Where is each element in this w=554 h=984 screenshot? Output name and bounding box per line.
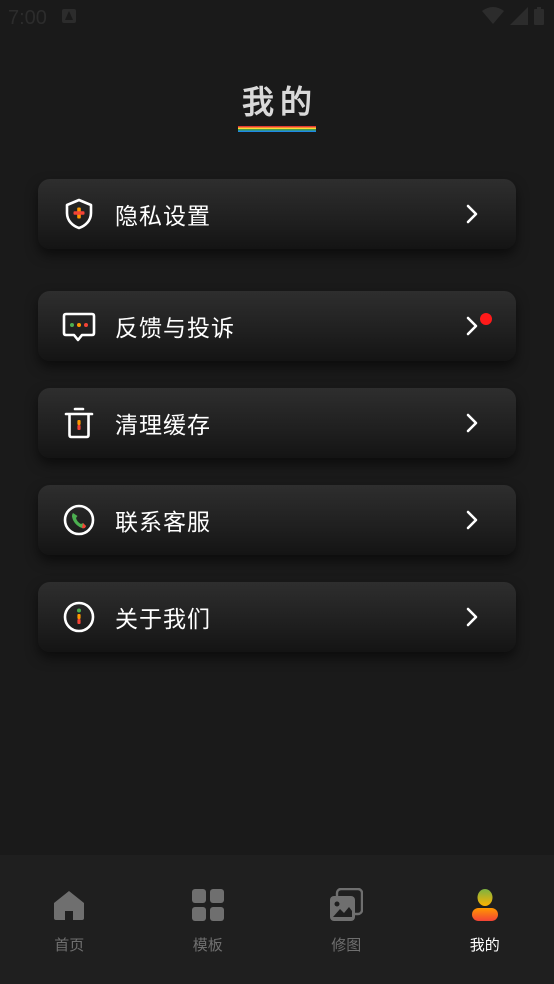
page-header: 我的 bbox=[0, 80, 554, 132]
status-left: 7:00 bbox=[8, 7, 77, 30]
notification-icon bbox=[61, 8, 77, 28]
tab-templates[interactable]: 模板 bbox=[139, 855, 278, 984]
status-time: 7:00 bbox=[8, 6, 47, 29]
phone-icon bbox=[62, 503, 96, 537]
menu-item-label: 反馈与投诉 bbox=[115, 316, 235, 342]
photo-edit-icon bbox=[328, 887, 364, 923]
menu-item-label: 清理缓存 bbox=[115, 413, 211, 439]
tab-mine[interactable]: 我的 bbox=[416, 855, 554, 984]
wifi-icon bbox=[482, 7, 504, 29]
bottom-tab-bar: 首页 模板 修图 我的 bbox=[0, 855, 554, 984]
shield-plus-icon bbox=[62, 197, 96, 231]
chevron-right-icon bbox=[464, 411, 480, 435]
menu-item-label: 联系客服 bbox=[115, 510, 211, 536]
notification-badge bbox=[480, 313, 492, 325]
status-right bbox=[482, 7, 544, 29]
status-bar: 7:00 bbox=[0, 0, 554, 36]
tab-label: 修图 bbox=[331, 936, 362, 954]
trash-icon bbox=[62, 406, 96, 440]
tab-home[interactable]: 首页 bbox=[0, 855, 139, 984]
menu-item-about-us[interactable]: 关于我们 bbox=[38, 582, 516, 652]
chevron-right-icon bbox=[464, 202, 480, 226]
user-icon bbox=[467, 887, 503, 923]
grid-icon bbox=[190, 887, 226, 923]
tab-photo-edit[interactable]: 修图 bbox=[277, 855, 416, 984]
page-title: 我的 bbox=[241, 83, 318, 121]
battery-icon bbox=[534, 7, 544, 29]
home-icon bbox=[51, 887, 87, 923]
menu-item-feedback[interactable]: 反馈与投诉 bbox=[38, 291, 516, 361]
menu-item-label: 关于我们 bbox=[115, 607, 211, 633]
menu-item-clear-cache[interactable]: 清理缓存 bbox=[38, 388, 516, 458]
signal-icon bbox=[510, 7, 528, 29]
rainbow-underline bbox=[238, 126, 316, 132]
tab-label: 我的 bbox=[469, 936, 500, 954]
tab-label: 模板 bbox=[192, 936, 223, 954]
chat-bubble-icon bbox=[62, 309, 96, 343]
menu-item-contact-support[interactable]: 联系客服 bbox=[38, 485, 516, 555]
menu-item-privacy-settings[interactable]: 隐私设置 bbox=[38, 179, 516, 249]
chevron-right-icon bbox=[464, 314, 480, 338]
chevron-right-icon bbox=[464, 605, 480, 629]
chevron-right-icon bbox=[464, 508, 480, 532]
menu-item-label: 隐私设置 bbox=[115, 204, 211, 230]
info-icon bbox=[62, 600, 96, 634]
tab-label: 首页 bbox=[54, 936, 85, 954]
